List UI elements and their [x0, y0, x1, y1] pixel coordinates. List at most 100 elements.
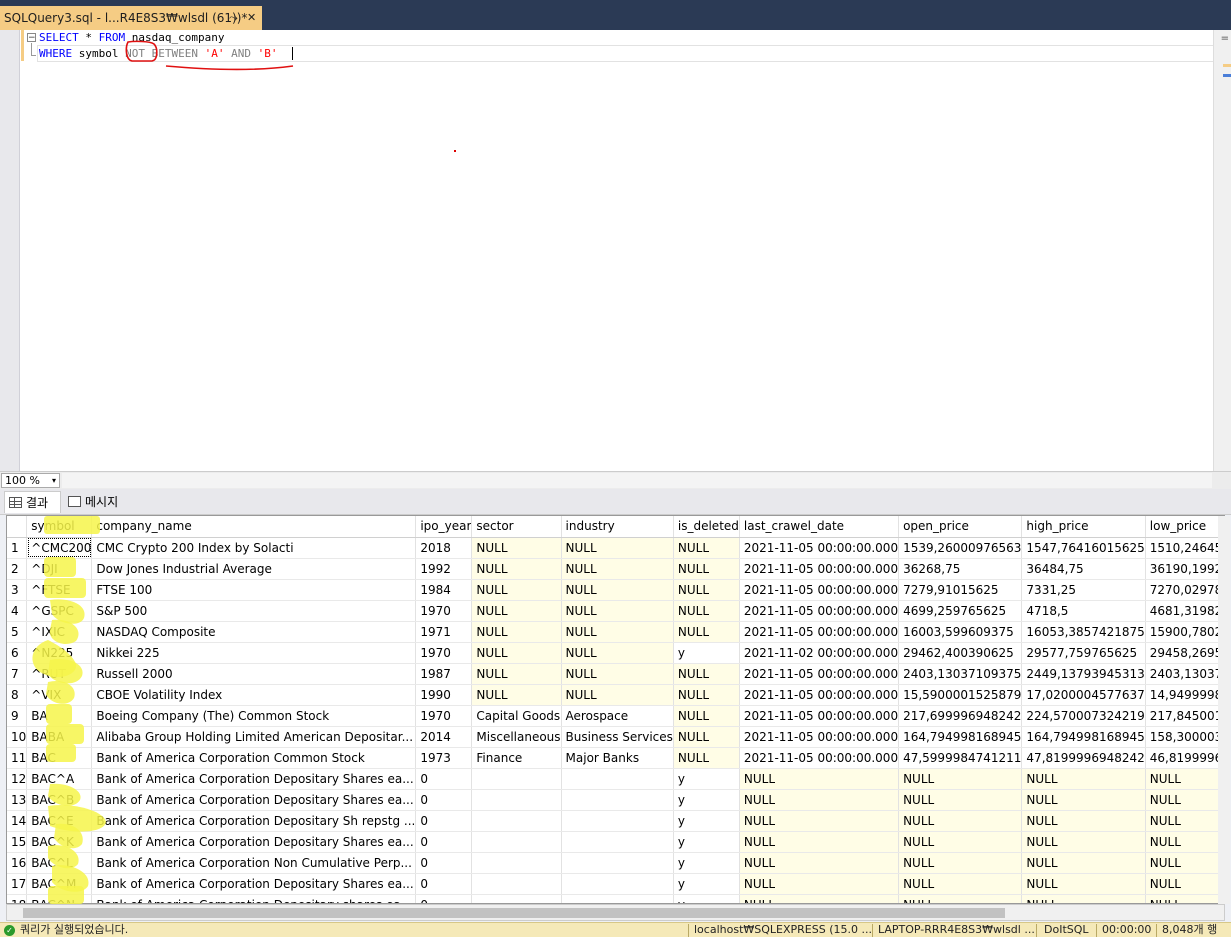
- column-header-last-crawel-date[interactable]: last_crawel_date: [739, 516, 900, 538]
- cell-high-price[interactable]: NULL: [1021, 789, 1146, 811]
- row-number-cell[interactable]: 16: [7, 852, 28, 874]
- cell-high-price[interactable]: NULL: [1021, 810, 1146, 832]
- results-grid[interactable]: symbol company_name ipo_year sector industry…: [6, 515, 1225, 904]
- cell-high-price[interactable]: 17,0200004577637: [1021, 684, 1146, 706]
- cell-symbol[interactable]: BAC^M: [26, 873, 93, 895]
- cell-last-crawel-date[interactable]: NULL: [739, 894, 900, 903]
- cell-high-price[interactable]: 29577,759765625: [1021, 642, 1146, 664]
- table-row[interactable]: 11 BAC Bank of America Corporation Common …: [7, 747, 1224, 769]
- cell-last-crawel-date[interactable]: 2021-11-05 00:00:00.000: [739, 747, 900, 769]
- cell-ipo-year[interactable]: 2014: [415, 726, 473, 748]
- cell-high-price[interactable]: NULL: [1021, 831, 1146, 853]
- cell-high-price[interactable]: 164,794998168945: [1021, 726, 1146, 748]
- row-number-cell[interactable]: 4: [7, 600, 28, 622]
- cell-high-price[interactable]: 2449,13793945313: [1021, 663, 1146, 685]
- cell-ipo-year[interactable]: 1987: [415, 663, 473, 685]
- cell-last-crawel-date[interactable]: NULL: [739, 810, 900, 832]
- table-row[interactable]: 14 BAC^E Bank of America Corporation Depos…: [7, 810, 1224, 832]
- cell-high-price[interactable]: NULL: [1021, 768, 1146, 790]
- cell-is-deleted[interactable]: NULL: [673, 621, 740, 643]
- cell-industry[interactable]: Business Services: [561, 726, 674, 748]
- row-number-cell[interactable]: 15: [7, 831, 28, 853]
- cell-ipo-year[interactable]: 1984: [415, 579, 473, 601]
- cell-low-price[interactable]: 4681,31982421: [1145, 600, 1224, 622]
- cell-symbol[interactable]: BABA: [26, 726, 93, 748]
- cell-last-crawel-date[interactable]: 2021-11-05 00:00:00.000: [739, 663, 900, 685]
- code-line-1[interactable]: SELECT * FROM nasdaq_company: [39, 30, 224, 46]
- grid-horizontal-scrollbar[interactable]: [6, 904, 1225, 921]
- cell-is-deleted[interactable]: y: [673, 894, 740, 903]
- code-line-2[interactable]: WHERE symbol NOT BETWEEN 'A' AND 'B': [39, 46, 277, 62]
- cell-open-price[interactable]: 16003,599609375: [898, 621, 1023, 643]
- cell-industry[interactable]: NULL: [561, 642, 674, 664]
- table-row[interactable]: 7 ^RUT Russell 2000 1987 NULL NULL NULL 2021-11…: [7, 663, 1224, 685]
- cell-low-price[interactable]: NULL: [1145, 789, 1224, 811]
- cell-industry[interactable]: NULL: [561, 684, 674, 706]
- cell-symbol[interactable]: BAC^A: [26, 768, 93, 790]
- cell-company-name[interactable]: NASDAQ Composite: [91, 621, 417, 643]
- cell-is-deleted[interactable]: y: [673, 642, 740, 664]
- cell-ipo-year[interactable]: 0: [415, 873, 473, 895]
- cell-high-price[interactable]: 16053,3857421875: [1021, 621, 1146, 643]
- cell-last-crawel-date[interactable]: NULL: [739, 852, 900, 874]
- cell-industry[interactable]: NULL: [561, 558, 674, 580]
- cell-symbol[interactable]: ^RUT: [26, 663, 93, 685]
- row-number-cell[interactable]: 18: [7, 894, 28, 903]
- cell-last-crawel-date[interactable]: 2021-11-05 00:00:00.000: [739, 684, 900, 706]
- cell-ipo-year[interactable]: 1990: [415, 684, 473, 706]
- cell-high-price[interactable]: 47,8199996948242: [1021, 747, 1146, 769]
- cell-open-price[interactable]: 2403,13037109375: [898, 663, 1023, 685]
- cell-open-price[interactable]: NULL: [898, 810, 1023, 832]
- cell-high-price[interactable]: NULL: [1021, 894, 1146, 903]
- cell-last-crawel-date[interactable]: NULL: [739, 768, 900, 790]
- cell-industry[interactable]: [561, 894, 674, 903]
- row-number-cell[interactable]: 17: [7, 873, 28, 895]
- cell-sector[interactable]: [471, 768, 562, 790]
- table-row[interactable]: 9 BA Boeing Company (The) Common Stock 1970…: [7, 705, 1224, 727]
- cell-sector[interactable]: NULL: [471, 579, 562, 601]
- cell-industry[interactable]: NULL: [561, 663, 674, 685]
- zoom-dropdown[interactable]: 100 % ▾: [1, 473, 60, 488]
- table-row[interactable]: 10 BABA Alibaba Group Holding Limited Amer…: [7, 726, 1224, 748]
- cell-industry[interactable]: [561, 768, 674, 790]
- cell-last-crawel-date[interactable]: 2021-11-05 00:00:00.000: [739, 537, 900, 559]
- cell-is-deleted[interactable]: NULL: [673, 726, 740, 748]
- cell-is-deleted[interactable]: y: [673, 789, 740, 811]
- column-header-is-deleted[interactable]: is_deleted: [673, 516, 740, 538]
- table-row[interactable]: 5 ^IXIC NASDAQ Composite 1971 NULL NULL NULL 20…: [7, 621, 1224, 643]
- cell-is-deleted[interactable]: y: [673, 768, 740, 790]
- cell-symbol[interactable]: BA: [26, 705, 93, 727]
- cell-company-name[interactable]: Bank of America Corporation Non Cumulati…: [91, 852, 417, 874]
- cell-open-price[interactable]: 4699,259765625: [898, 600, 1023, 622]
- cell-low-price[interactable]: 29458,2695312: [1145, 642, 1224, 664]
- table-row[interactable]: 6 ^N225 Nikkei 225 1970 NULL NULL y 2021-11-02 …: [7, 642, 1224, 664]
- cell-high-price[interactable]: 7331,25: [1021, 579, 1146, 601]
- column-header-company-name[interactable]: company_name: [91, 516, 417, 538]
- cell-company-name[interactable]: FTSE 100: [91, 579, 417, 601]
- row-number-cell[interactable]: 10: [7, 726, 28, 748]
- cell-is-deleted[interactable]: y: [673, 852, 740, 874]
- cell-high-price[interactable]: 224,570007324219: [1021, 705, 1146, 727]
- cell-ipo-year[interactable]: 0: [415, 810, 473, 832]
- cell-company-name[interactable]: Bank of America Corporation Depositary S…: [91, 873, 417, 895]
- cell-symbol[interactable]: BAC^K: [26, 831, 93, 853]
- row-number-cell[interactable]: 14: [7, 810, 28, 832]
- cell-symbol[interactable]: ^IXIC: [26, 621, 93, 643]
- cell-symbol[interactable]: ^CMC200: [26, 537, 93, 559]
- table-row[interactable]: 12 BAC^A Bank of America Corporation Depos…: [7, 768, 1224, 790]
- cell-is-deleted[interactable]: NULL: [673, 558, 740, 580]
- cell-ipo-year[interactable]: 1992: [415, 558, 473, 580]
- cell-open-price[interactable]: 36268,75: [898, 558, 1023, 580]
- cell-symbol[interactable]: ^DJI: [26, 558, 93, 580]
- cell-ipo-year[interactable]: 0: [415, 768, 473, 790]
- table-row[interactable]: 18BAC^NBank of America Corporation Depos…: [7, 894, 1224, 903]
- cell-is-deleted[interactable]: NULL: [673, 747, 740, 769]
- editor-horizontal-scrollbar[interactable]: [62, 473, 1212, 488]
- row-number-cell[interactable]: 3: [7, 579, 28, 601]
- cell-sector[interactable]: NULL: [471, 537, 562, 559]
- cell-open-price[interactable]: 15,5900001525879: [898, 684, 1023, 706]
- cell-last-crawel-date[interactable]: 2021-11-05 00:00:00.000: [739, 726, 900, 748]
- cell-industry[interactable]: Aerospace: [561, 705, 674, 727]
- cell-company-name[interactable]: Bank of America Corporation Depositary S…: [91, 789, 417, 811]
- table-row[interactable]: 8 ^VIX CBOE Volatility Index 1990 NULL NULL NU…: [7, 684, 1224, 706]
